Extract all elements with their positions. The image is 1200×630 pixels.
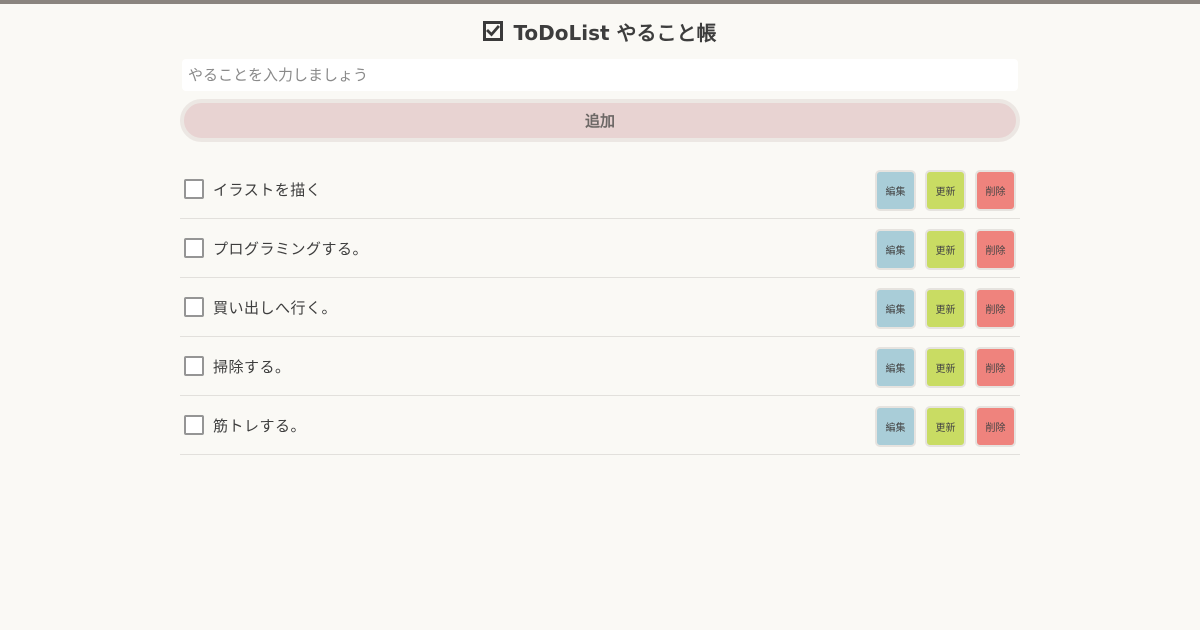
task-input[interactable] — [182, 59, 1018, 91]
task-actions: 編集 更新 削除 — [875, 288, 1016, 329]
add-button[interactable]: 追加 — [180, 99, 1020, 142]
task-actions: 編集 更新 削除 — [875, 347, 1016, 388]
checked-box-icon — [483, 21, 504, 41]
task-row: プログラミングする。 編集 更新 削除 — [180, 219, 1020, 278]
edit-button[interactable]: 編集 — [875, 229, 916, 270]
update-button[interactable]: 更新 — [925, 170, 966, 211]
page-title: ToDoList やること帳 — [180, 17, 1020, 45]
page-title-text: ToDoList やること帳 — [513, 20, 717, 45]
task-actions: 編集 更新 削除 — [875, 170, 1016, 211]
task-row: 買い出しへ行く。 編集 更新 削除 — [180, 278, 1020, 337]
delete-button[interactable]: 削除 — [975, 229, 1016, 270]
delete-button[interactable]: 削除 — [975, 170, 1016, 211]
task-actions: 編集 更新 削除 — [875, 229, 1016, 270]
edit-button[interactable]: 編集 — [875, 170, 916, 211]
task-row: イラストを描く 編集 更新 削除 — [180, 160, 1020, 219]
delete-button[interactable]: 削除 — [975, 347, 1016, 388]
task-text: 掃除する。 — [213, 357, 291, 376]
update-button[interactable]: 更新 — [925, 347, 966, 388]
delete-button[interactable]: 削除 — [975, 406, 1016, 447]
update-button[interactable]: 更新 — [925, 406, 966, 447]
edit-button[interactable]: 編集 — [875, 406, 916, 447]
top-border — [0, 0, 1200, 4]
checkbox-icon[interactable] — [184, 297, 204, 317]
task-row: 筋トレする。 編集 更新 削除 — [180, 396, 1020, 455]
task-row: 掃除する。 編集 更新 削除 — [180, 337, 1020, 396]
task-text: プログラミングする。 — [213, 239, 369, 258]
task-list: イラストを描く 編集 更新 削除 プログラミングする。 編集 更新 削除 買い出… — [180, 160, 1020, 455]
delete-button[interactable]: 削除 — [975, 288, 1016, 329]
checkbox-icon[interactable] — [184, 356, 204, 376]
task-text: 買い出しへ行く。 — [213, 298, 338, 317]
task-actions: 編集 更新 削除 — [875, 406, 1016, 447]
task-text: 筋トレする。 — [213, 416, 307, 435]
checkbox-icon[interactable] — [184, 238, 204, 258]
update-button[interactable]: 更新 — [925, 288, 966, 329]
checkbox-icon[interactable] — [184, 179, 204, 199]
task-text: イラストを描く — [213, 180, 322, 199]
checkbox-icon[interactable] — [184, 415, 204, 435]
edit-button[interactable]: 編集 — [875, 347, 916, 388]
edit-button[interactable]: 編集 — [875, 288, 916, 329]
update-button[interactable]: 更新 — [925, 229, 966, 270]
